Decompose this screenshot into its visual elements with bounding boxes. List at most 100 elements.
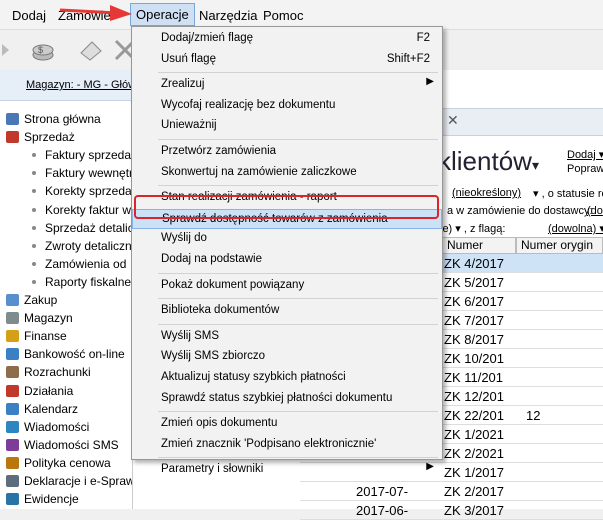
- menu-separator: [158, 457, 438, 459]
- menu-item[interactable]: Dodaj na podstawie: [132, 250, 442, 270]
- sidebar-item[interactable]: Faktury wewnętrz: [0, 164, 132, 182]
- title-dropdown-icon[interactable]: ▾: [532, 157, 539, 173]
- sidebar-item[interactable]: Raporty fiskalne: [0, 273, 132, 291]
- menu-item[interactable]: Wyślij do: [132, 229, 442, 249]
- menu-separator: [158, 411, 438, 413]
- sidebar-item[interactable]: Kalendarz: [0, 400, 132, 418]
- submenu-arrow-icon: ▶: [426, 461, 434, 473]
- bullet-icon: [32, 261, 36, 266]
- cell-number: ZK 1/2017: [444, 465, 504, 480]
- sidebar-item[interactable]: Polityka cenowa: [0, 454, 132, 472]
- sales-icon: [6, 131, 19, 144]
- sidebar-item[interactable]: Korekty faktur w: [0, 201, 132, 219]
- sidebar-item[interactable]: Działania: [0, 382, 132, 400]
- menu-item[interactable]: Przetwórz zamówienia: [132, 142, 442, 162]
- sidebar-item-label: Zwroty detaliczn: [45, 238, 132, 253]
- svg-text:$: $: [38, 45, 43, 55]
- messages-icon: [6, 420, 19, 433]
- cell-number: ZK 1/2021: [444, 427, 504, 442]
- sidebar-item[interactable]: Zamówienia od: [0, 255, 132, 273]
- menu-pomoc[interactable]: Pomoc: [263, 8, 303, 23]
- menu-item[interactable]: Unieważnij: [132, 116, 442, 136]
- cell-date: 2017-06-: [356, 503, 409, 518]
- menu-item-label: Usuń flagę: [161, 52, 216, 65]
- sidebar-item[interactable]: Bankowość on-line: [0, 345, 132, 363]
- cell-original-number: 12: [526, 408, 541, 423]
- declarations-icon: [6, 475, 19, 487]
- cell-date: 2017-07-: [356, 484, 409, 499]
- menu-item-label: Wyślij SMS: [161, 329, 220, 342]
- add-link[interactable]: Dodaj ▾: [567, 148, 603, 161]
- sidebar-item-label: Zakup: [24, 293, 58, 307]
- menu-separator: [158, 185, 438, 187]
- menu-item[interactable]: Aktualizuj statusy szybkich płatności: [132, 368, 442, 388]
- finance-icon: [6, 330, 19, 343]
- menu-item[interactable]: Zrealizuj ▶: [132, 75, 442, 95]
- menu-item[interactable]: Zmień znacznik 'Podpisano elektronicznie…: [132, 435, 442, 455]
- menu-item-label: Dodaj na podstawie: [161, 253, 263, 265]
- menu-item-label: Zmień znacznik 'Podpisano elektronicznie…: [161, 437, 377, 450]
- menu-separator: [158, 323, 438, 325]
- sidebar-item[interactable]: Deklaracje i e-Sprawozdawczość: [0, 472, 132, 490]
- menu-item-label: Zmień opis dokumentu: [161, 417, 278, 430]
- menu-narzedzia[interactable]: Narzędzia: [199, 8, 258, 23]
- filter-status-link[interactable]: (nieokreślony): [452, 187, 521, 199]
- menu-item[interactable]: Skonwertuj na zamówienie zaliczkowe: [132, 163, 442, 183]
- toolbar-arrow-icon[interactable]: [2, 44, 9, 56]
- document-tab[interactable]: [441, 108, 603, 136]
- column-header-numer[interactable]: Numer: [442, 237, 516, 254]
- column-header-numer-oryginalny[interactable]: Numer orygin: [516, 237, 603, 254]
- sidebar-item[interactable]: Strona główna: [0, 110, 132, 128]
- menu-item-label: Wycofaj realizację bez dokumentu: [161, 98, 336, 111]
- menu-item[interactable]: Wyślij SMS: [132, 327, 442, 347]
- menu-item-shortcut: F2: [416, 32, 430, 44]
- menu-item[interactable]: Zmień opis dokumentu: [132, 414, 442, 434]
- filter-supplier-text: a w zamówienie do dostawcy:: [447, 205, 593, 217]
- eraser-icon[interactable]: [78, 37, 104, 63]
- menu-item[interactable]: Parametry i słowniki ▶: [132, 460, 442, 480]
- coins-icon[interactable]: $: [30, 37, 56, 63]
- bullet-icon: [32, 189, 36, 194]
- menu-item-label: Sprawdź status szybkiej płatności dokume…: [161, 391, 393, 404]
- sidebar-item[interactable]: Finanse: [0, 327, 132, 345]
- menu-item[interactable]: Biblioteka dokumentów: [132, 301, 442, 321]
- sidebar-item[interactable]: Zakup: [0, 291, 132, 309]
- warehouse-label[interactable]: Magazyn: - MG - Głów: [26, 79, 132, 91]
- bank-icon: [6, 348, 19, 361]
- submenu-arrow-icon: ▶: [426, 76, 434, 88]
- menu-item-label: Wyślij SMS zbiorczo: [161, 350, 266, 363]
- menu-item[interactable]: Wyślij SMS zbiorczo: [132, 347, 442, 367]
- sidebar-item-label: Ewidencje: [24, 492, 79, 507]
- menu-item-label: Aktualizuj statusy szybkich płatności: [161, 371, 346, 383]
- menu-item[interactable]: Usuń flagę Shift+F2: [132, 50, 442, 70]
- filter-supplier-link[interactable]: (do: [587, 205, 603, 217]
- sidebar-item[interactable]: Korekty sprzedaż: [0, 182, 132, 200]
- menu-item[interactable]: Dodaj/zmień flagę F2: [132, 29, 442, 49]
- filter-flag-link[interactable]: (dowolna) ▾: [548, 222, 603, 235]
- sidebar-item[interactable]: Zwroty detaliczn: [0, 237, 132, 255]
- menu-item[interactable]: Wycofaj realizację bez dokumentu: [132, 96, 442, 116]
- edit-link[interactable]: Popraw: [567, 163, 603, 175]
- menu-separator: [158, 298, 438, 300]
- sidebar-item[interactable]: Sprzedaż detalicz: [0, 219, 132, 237]
- cell-number: ZK 2/2021: [444, 446, 504, 461]
- warehouse-selector[interactable]: Magazyn: - MG - Głów: [0, 70, 132, 101]
- callout-arrow: [59, 5, 132, 21]
- sidebar-item[interactable]: Ewidencje: [0, 490, 132, 508]
- sidebar-item[interactable]: Wiadomości SMS: [0, 436, 132, 454]
- cell-number: ZK 5/2017: [444, 275, 504, 290]
- sidebar-item[interactable]: Sprzedaż: [0, 128, 132, 146]
- sidebar-item[interactable]: Magazyn: [0, 309, 132, 327]
- sidebar-item[interactable]: Rozrachunki: [0, 363, 132, 381]
- menu-item[interactable]: Pokaż dokument powiązany: [132, 276, 442, 296]
- sidebar-item[interactable]: Wiadomości: [0, 418, 132, 436]
- warehouse-icon: [6, 312, 19, 325]
- table-row[interactable]: 2017-06- ZK 3/2017: [300, 501, 603, 520]
- sidebar-item[interactable]: Faktury sprzedaż: [0, 146, 132, 164]
- sidebar-item-label: Polityka cenowa: [24, 455, 111, 470]
- table-row[interactable]: 2017-07- ZK 2/2017: [300, 482, 603, 501]
- menu-item-label: Parametry i słowniki: [161, 463, 264, 476]
- sidebar-item-label: Deklaracje i e-Sprawozdawczość: [24, 474, 132, 488]
- tab-close-icon[interactable]: ✕: [447, 112, 459, 129]
- menu-item[interactable]: Sprawdź status szybkiej płatności dokume…: [132, 389, 442, 409]
